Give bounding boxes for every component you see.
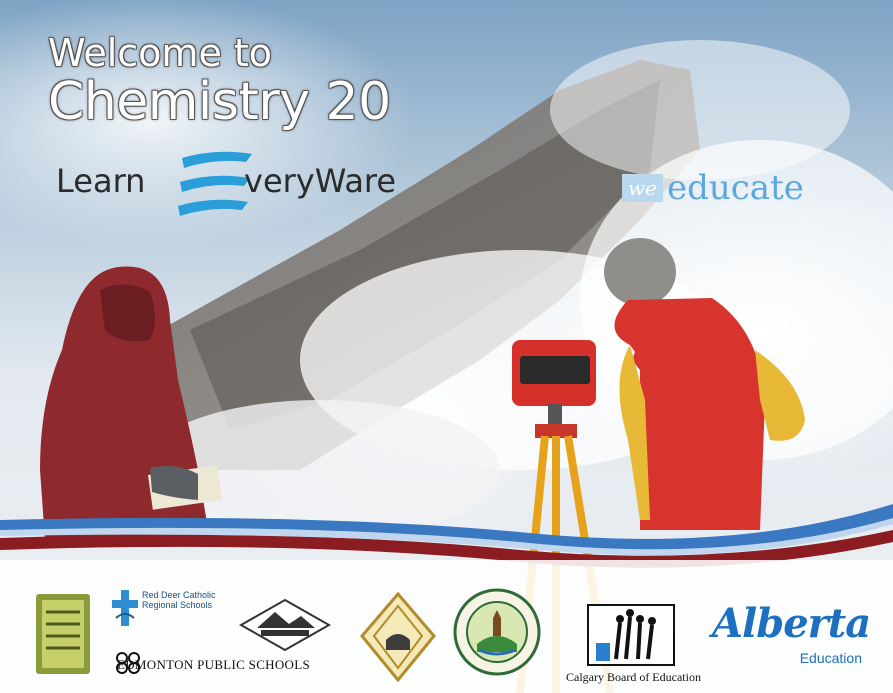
edmonton-public-schools-text: EDMONTON PUBLIC SCHOOLS <box>117 657 311 672</box>
red-deer-catholic-text: Red Deer Catholic Regional Schools <box>142 590 216 610</box>
learn-everyware-logo: Learn veryWare <box>56 148 476 222</box>
alberta-education-subtitle: Education <box>799 650 862 666</box>
alberta-education-logo: Alberta Education <box>712 600 871 670</box>
alberta-wordmark: Alberta <box>712 600 871 647</box>
page-title: Welcome to Chemistry 20 <box>48 34 391 128</box>
learn-logo-word-1: Learn <box>56 162 146 200</box>
red-deer-line-2: Regional Schools <box>142 600 213 610</box>
peace-wapiti-logo <box>453 588 541 676</box>
we-educate-word-2: educate <box>666 168 804 208</box>
calgary-board-of-education-text: Calgary Board of Education <box>566 670 701 684</box>
learn-logo-word-2: veryWare <box>244 162 397 200</box>
rocky-view-logo <box>36 594 90 674</box>
calgary-board-of-education-logo <box>587 604 675 666</box>
red-deer-catholic-logo <box>112 590 138 626</box>
golden-hills-regional-logo <box>360 592 436 682</box>
we-educate-word-1: we <box>622 174 663 202</box>
title-line-1: Welcome to <box>48 31 273 75</box>
title-line-2: Chemistry 20 <box>48 72 391 132</box>
pembina-hills-logo <box>239 598 331 652</box>
we-educate-logo: we educate <box>622 168 804 208</box>
splash-stage: Welcome to Chemistry 20 Learn veryWare w… <box>0 0 893 693</box>
red-deer-line-1: Red Deer Catholic <box>142 590 216 600</box>
